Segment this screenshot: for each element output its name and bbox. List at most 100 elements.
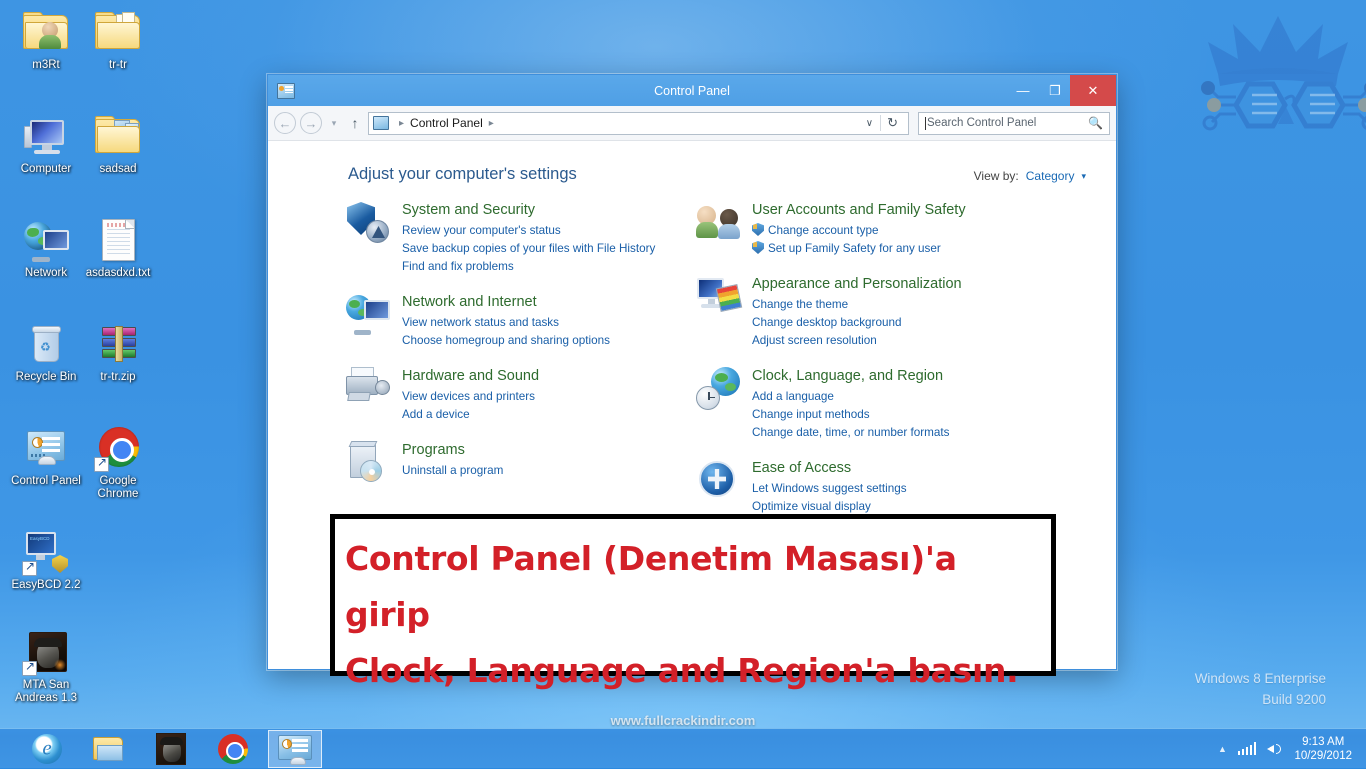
folder-user-icon: [22, 8, 70, 56]
category-link[interactable]: Change input methods: [752, 406, 949, 424]
watermark-line-2: Build 9200: [1262, 692, 1326, 707]
desktop-icon-control-panel[interactable]: Control Panel: [8, 424, 84, 488]
link-text: Change account type: [768, 224, 879, 237]
taskbar-mta-san-andreas[interactable]: [144, 730, 198, 768]
maximize-button[interactable]: ❐: [1040, 75, 1070, 106]
network-internet-icon: [346, 292, 390, 336]
up-button[interactable]: ↑: [346, 112, 364, 134]
category-title[interactable]: Clock, Language, and Region: [752, 367, 949, 386]
desktop-icon-recycle-bin[interactable]: ♻ Recycle Bin: [8, 320, 84, 384]
breadcrumb-control-panel[interactable]: Control Panel: [410, 116, 483, 130]
category-title[interactable]: Programs: [402, 441, 503, 460]
category-link[interactable]: Add a device: [402, 406, 539, 424]
computer-icon: [22, 112, 70, 160]
close-button[interactable]: ✕: [1070, 75, 1116, 106]
category-link[interactable]: Choose homegroup and sharing options: [402, 332, 610, 350]
category-hardware-and-sound: Hardware and Sound View devices and prin…: [346, 366, 696, 424]
clock-language-region-icon: [696, 366, 740, 410]
address-dropdown-icon[interactable]: ∨: [859, 118, 880, 129]
taskbar-control-panel[interactable]: [268, 729, 322, 768]
category-link[interactable]: View network status and tasks: [402, 314, 610, 332]
category-link[interactable]: Let Windows suggest settings: [752, 480, 907, 498]
desktop-icon-label: Google Chrome: [97, 475, 139, 500]
folder-files-icon: [94, 8, 142, 56]
category-title[interactable]: Network and Internet: [402, 293, 610, 312]
desktop-icon-label: tr-tr: [109, 59, 127, 71]
desktop-icon-label: Computer: [20, 163, 72, 175]
category-link[interactable]: Save backup copies of your files with Fi…: [402, 240, 655, 258]
show-hidden-icons-button[interactable]: ▲: [1218, 744, 1227, 754]
mta-san-andreas-icon: [156, 732, 186, 765]
view-by-label: View by:: [973, 169, 1019, 183]
category-link[interactable]: Change the theme: [752, 296, 962, 314]
category-link[interactable]: Add a language: [752, 388, 949, 406]
view-by-value[interactable]: Category: [1026, 169, 1075, 183]
category-link[interactable]: View devices and printers: [402, 388, 539, 406]
control-panel-icon: [22, 424, 70, 472]
address-bar[interactable]: ▸ Control Panel ▸ ∨ ↻: [368, 111, 909, 135]
refresh-icon[interactable]: ↻: [880, 115, 904, 131]
back-button[interactable]: ←: [274, 112, 296, 134]
page-title: Adjust your computer's settings: [348, 165, 577, 183]
desktop-icon-mta-san-andreas[interactable]: MTA San Andreas 1.3: [8, 628, 84, 705]
category-title[interactable]: System and Security: [402, 201, 655, 220]
taskbar-internet-explorer[interactable]: [20, 730, 74, 768]
category-ease-of-access: Ease of Access Let Windows suggest setti…: [696, 458, 1046, 516]
recycle-bin-icon: ♻: [22, 320, 70, 368]
taskbar-file-explorer[interactable]: [82, 730, 136, 768]
desktop-icon-label: Control Panel: [11, 475, 81, 487]
window-titlebar[interactable]: Control Panel — ❐ ✕: [268, 75, 1116, 106]
user-accounts-icon: [696, 200, 740, 244]
desktop-icon-tr-tr[interactable]: tr-tr: [80, 8, 156, 72]
ease-of-access-icon: [696, 458, 740, 502]
desktop-icon-easybcd[interactable]: EasyBCD 2.2: [8, 528, 84, 592]
annotation-line-1: Control Panel (Denetim Masası)'a girip: [345, 539, 957, 634]
uac-shield-icon: [752, 241, 764, 254]
minimize-button[interactable]: —: [1006, 75, 1040, 106]
category-link[interactable]: Uninstall a program: [402, 462, 503, 480]
category-link[interactable]: Review your computer's status: [402, 222, 655, 240]
desktop-icon-tr-tr-zip[interactable]: tr-tr.zip: [80, 320, 156, 384]
category-link[interactable]: Adjust screen resolution: [752, 332, 962, 350]
taskbar-google-chrome[interactable]: [206, 730, 260, 768]
winrar-archive-icon: [94, 320, 142, 368]
window-title: Control Panel: [654, 83, 730, 98]
search-input[interactable]: Search Control Panel 🔍: [918, 111, 1110, 135]
network-signal-icon[interactable]: [1237, 742, 1257, 755]
volume-speaker-icon[interactable]: [1267, 742, 1283, 756]
category-link[interactable]: Change account type: [752, 222, 966, 240]
breadcrumb-separator-2[interactable]: ▸: [489, 118, 494, 129]
desktop-icon-label: MTA San Andreas 1.3: [14, 679, 77, 704]
category-system-and-security: System and Security Review your computer…: [346, 200, 696, 276]
chrome-icon: [94, 424, 142, 472]
category-title[interactable]: Ease of Access: [752, 459, 907, 478]
desktop-icon-m3rt[interactable]: m3Rt: [8, 8, 84, 72]
category-title[interactable]: Hardware and Sound: [402, 367, 539, 386]
category-link[interactable]: Find and fix problems: [402, 258, 655, 276]
desktop-icon-computer[interactable]: Computer: [8, 112, 84, 176]
desktop-icon-sadsad[interactable]: sadsad: [80, 112, 156, 176]
recent-locations-button[interactable]: ▾: [326, 112, 342, 134]
forward-button[interactable]: →: [300, 112, 322, 134]
chevron-down-icon[interactable]: ▾: [1081, 171, 1086, 182]
desktop-icon-network[interactable]: Network: [8, 216, 84, 280]
internet-explorer-icon: [32, 733, 62, 764]
category-user-accounts-and-family-safety: User Accounts and Family Safety Change a…: [696, 200, 1046, 258]
desktop-icon-label: EasyBCD 2.2: [11, 579, 81, 591]
category-column-right: User Accounts and Family Safety Change a…: [696, 200, 1046, 532]
annotation-line-2: Clock, Language and Region'a basın.: [345, 651, 1019, 690]
clock-date: 10/29/2012: [1294, 749, 1352, 762]
category-grid: System and Security Review your computer…: [268, 184, 1116, 532]
appearance-personalization-icon: [696, 274, 743, 318]
desktop-icon-google-chrome[interactable]: Google Chrome: [80, 424, 156, 501]
category-link[interactable]: Change desktop background: [752, 314, 962, 332]
view-by-control[interactable]: View by: Category ▾: [974, 165, 1086, 183]
desktop-icon-asdasdxd-txt[interactable]: asdasdxd.txt: [80, 216, 156, 280]
category-title[interactable]: Appearance and Personalization: [752, 275, 962, 294]
mta-san-andreas-icon: [22, 628, 70, 676]
category-link[interactable]: Change date, time, or number formats: [752, 424, 949, 442]
category-link[interactable]: Set up Family Safety for any user: [752, 240, 966, 258]
category-title[interactable]: User Accounts and Family Safety: [752, 201, 966, 220]
desktop-icon-label: m3Rt: [32, 59, 60, 71]
clock[interactable]: 9:13 AM 10/29/2012: [1294, 735, 1354, 763]
